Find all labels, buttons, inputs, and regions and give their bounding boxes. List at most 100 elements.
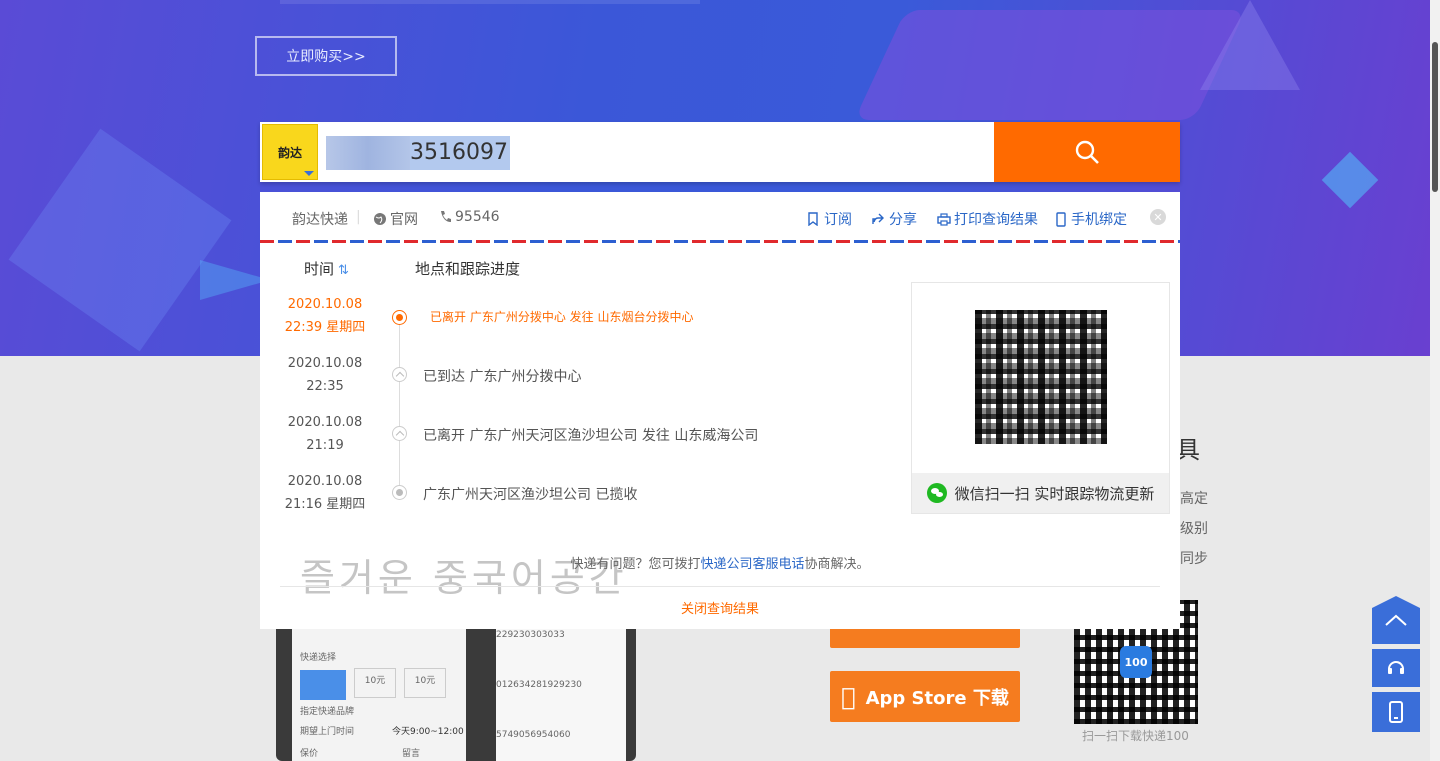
subscribe-label: 订阅: [824, 212, 852, 228]
event-text: 已离开 广东广州分拨中心 发往 山东烟台分拨中心: [430, 310, 694, 324]
tracking-result-panel: 韵达快递 | 官网 95546 订阅 分享 打印查询结果 手机绑定 ✕ 时间⇅: [260, 192, 1180, 629]
customer-service-button[interactable]: [1372, 649, 1420, 687]
bookmark-icon: [808, 212, 818, 226]
print-button[interactable]: 打印查询结果: [937, 209, 1038, 229]
wechat-qr-box: 微信扫一扫 实时跟踪物流更新: [911, 282, 1170, 514]
close-result-link[interactable]: 关闭查询结果: [260, 598, 1180, 617]
event-date: 2020.10.08 21:16 星期四: [280, 470, 370, 516]
event-date: 2020.10.08 22:39 星期四: [280, 293, 370, 339]
phone-price: 10元: [404, 668, 446, 698]
globe-icon: [374, 213, 386, 225]
event-date-time: 21:19: [306, 438, 344, 453]
phone-number: 95546: [439, 209, 500, 225]
share-button[interactable]: 分享: [871, 209, 917, 229]
sort-icon[interactable]: ⇅: [338, 263, 349, 278]
print-label: 打印查询结果: [954, 212, 1038, 228]
wechat-icon: [926, 483, 947, 503]
company-name: 韵达快递: [292, 212, 348, 228]
event-date-day: 2020.10.08: [287, 415, 363, 430]
event-text: 已到达 广东广州分拨中心: [423, 369, 582, 385]
scrollbar-thumb[interactable]: [1432, 42, 1438, 192]
event-date-day: 2020.10.08: [287, 474, 363, 489]
phone-note: 留言: [402, 749, 421, 759]
back-to-top-button[interactable]: [1372, 596, 1420, 644]
phone-select-label: 快递选择: [300, 653, 337, 663]
event-date-time: 22:39 星期四: [284, 320, 366, 335]
printer-icon: [937, 213, 951, 226]
chevron-down-icon: [304, 171, 314, 176]
side-text-line: 高定: [1180, 491, 1208, 507]
phone-list-item: 5749056954060: [496, 730, 571, 740]
appstore-download-button[interactable]:  App Store 下载: [830, 671, 1020, 722]
event-date-day: 2020.10.08: [287, 297, 363, 312]
phone-mockup: 快递选择 10元 10元 指定快递品牌 期望上门时间 今天9:00~12:00 …: [276, 620, 636, 761]
official-site-label: 官网: [390, 212, 418, 228]
help-line: 快递有问题？您可拨打快递公司客服电话协商解决。: [260, 553, 1180, 572]
timeline-dot-active: [392, 310, 407, 325]
search-button[interactable]: [994, 122, 1180, 182]
chevron-up-icon: [1385, 614, 1407, 626]
company-selector[interactable]: 韵达: [262, 124, 318, 180]
tracking-number-text: 3516097: [410, 136, 510, 170]
phone-label: 95546: [455, 209, 500, 225]
app-qr-label: 扫一扫下载快递100: [1082, 729, 1189, 743]
decorative-shape: [8, 128, 232, 352]
event-text: 广东广州天河区渔沙坦公司 已揽收: [423, 487, 638, 503]
phone-price: 10元: [354, 668, 396, 698]
close-icon[interactable]: ✕: [1150, 209, 1166, 225]
time-column-header[interactable]: 时间 ⇅: [304, 258, 349, 279]
phone-pickup-label: 期望上门时间: [300, 727, 355, 737]
event-date: 2020.10.08 22:35: [280, 352, 370, 398]
search-icon: [1075, 140, 1099, 164]
company-logo-text: 韵达: [277, 145, 302, 160]
official-site-link[interactable]: 官网: [373, 209, 418, 229]
event-date-time: 21:16 星期四: [284, 497, 366, 512]
timeline-line: [399, 317, 400, 493]
help-suffix: 协商解决。: [804, 557, 870, 572]
timeline-dot: [392, 367, 407, 382]
side-text-line: 级别: [1180, 521, 1208, 537]
mobile-icon: [1056, 211, 1066, 227]
subscribe-button[interactable]: 订阅: [807, 209, 852, 229]
decorative-laptop-illustration: [854, 10, 1246, 120]
progress-column-header: 地点和跟踪进度: [415, 260, 521, 278]
kuaidi100-logo-icon: 100: [1120, 646, 1152, 678]
redacted-digits: [326, 136, 410, 170]
phone-list-item: 012634281929230: [496, 680, 582, 690]
page-scrollbar[interactable]: [1430, 0, 1440, 761]
hero-text-cut: [280, 0, 700, 4]
event-date-time: 22:35: [306, 379, 344, 394]
bind-mobile-button[interactable]: 手机绑定: [1056, 209, 1127, 229]
decorative-shape: [1321, 151, 1379, 209]
appstore-label: App Store 下载: [858, 687, 1009, 709]
phone-screen-right: 229230303033 012634281929230 57490569540…: [496, 624, 626, 761]
divider: [280, 586, 1160, 587]
phone-brand-label: 指定快递品牌: [300, 707, 355, 717]
tracking-number-input[interactable]: 3516097: [326, 136, 510, 170]
divider: |: [356, 209, 361, 225]
qr-caption-text: 微信扫一扫 实时跟踪物流更新: [954, 484, 1155, 503]
buy-now-button[interactable]: 立即购买>>: [255, 36, 397, 76]
event-date: 2020.10.08 21:19: [280, 411, 370, 457]
airmail-divider: [260, 240, 1180, 243]
side-text-line: 同步: [1180, 551, 1208, 567]
time-header-label: 时间: [304, 260, 335, 278]
phone-screen-left: 快递选择 10元 10元 指定快递品牌 期望上门时间 今天9:00~12:00 …: [292, 624, 466, 761]
phone-pickup-value: 今天9:00~12:00: [392, 727, 464, 737]
share-label: 分享: [889, 212, 917, 228]
timeline-dot: [392, 485, 407, 500]
apple-icon: : [841, 683, 855, 711]
customer-service-phone-link[interactable]: 快递公司客服电话: [700, 557, 804, 572]
tracking-search-bar: 韵达 3516097: [260, 122, 1180, 182]
event-date-day: 2020.10.08: [287, 356, 363, 371]
timeline-dot: [392, 426, 407, 441]
phone-icon: [441, 211, 451, 222]
phone-card-selected: [300, 670, 346, 700]
phone-list-item: 229230303033: [496, 630, 565, 640]
headset-icon: [1388, 661, 1404, 674]
qr-caption: 微信扫一扫 实时跟踪物流更新: [912, 473, 1169, 513]
mobile-app-button[interactable]: [1372, 692, 1420, 732]
bind-mobile-label: 手机绑定: [1071, 212, 1127, 228]
event-text: 已离开 广东广州天河区渔沙坦公司 发往 山东威海公司: [423, 428, 759, 444]
mobile-phone-icon: [1389, 701, 1403, 723]
